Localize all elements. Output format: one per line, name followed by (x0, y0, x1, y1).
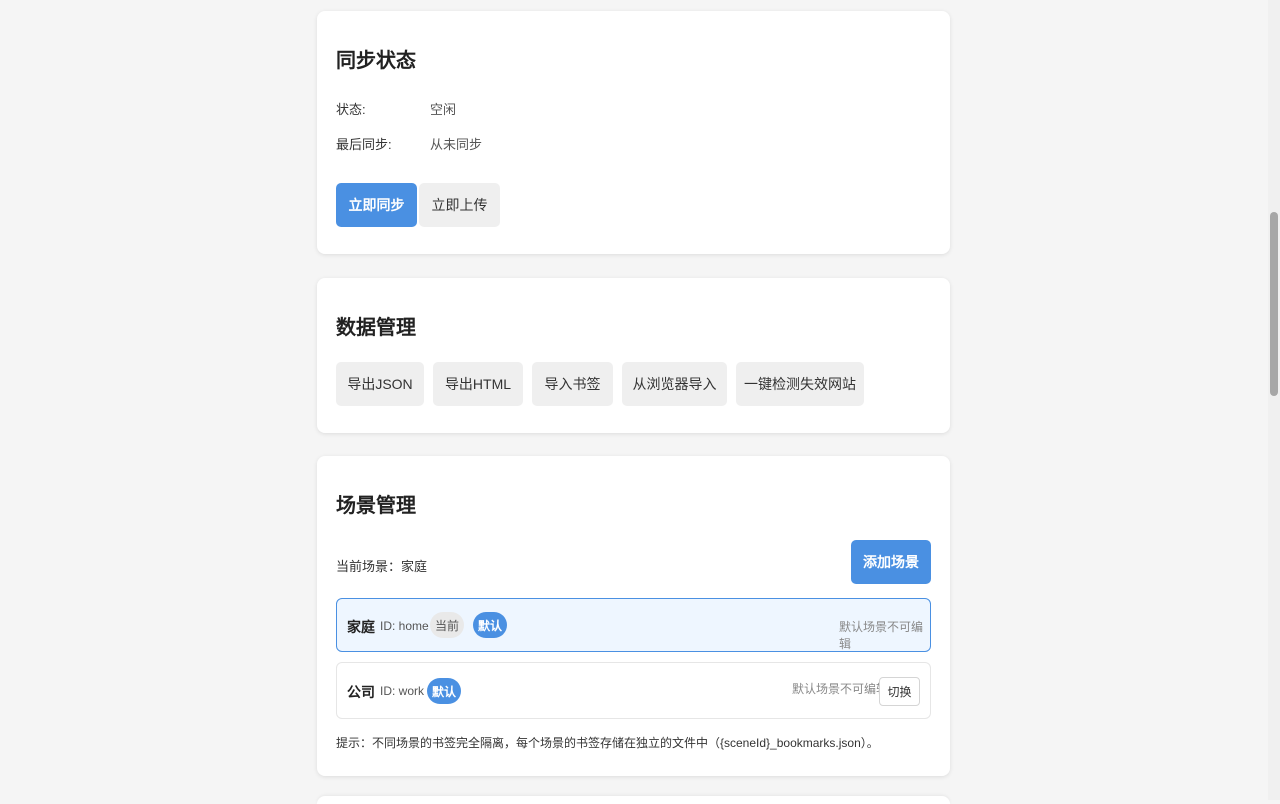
sync-status-title: 同步状态 (336, 50, 416, 72)
status-value: 空闲 (430, 102, 457, 117)
scene-id: ID: work (380, 684, 425, 698)
scene-management-card: 场景管理 当前场景：家庭 添加场景 家庭 ID: home 当前 默认 默认场景… (317, 456, 950, 776)
current-scene-label: 当前场景： (336, 559, 402, 574)
scene-name: 家庭 (347, 619, 375, 635)
scrollbar-thumb[interactable] (1270, 212, 1278, 396)
scrollbar-track[interactable] (1268, 0, 1280, 800)
data-management-card: 数据管理 导出JSON 导出HTML 导入书签 从浏览器导入 一键检测失效网站 (317, 278, 950, 433)
scene-note: 默认场景不可编辑 (839, 620, 924, 651)
switch-scene-button[interactable]: 切换 (879, 677, 920, 706)
scene-note: 默认场景不可编辑 (792, 682, 889, 696)
default-badge: 默认 (473, 612, 507, 638)
add-scene-button[interactable]: 添加场景 (851, 540, 931, 584)
sync-status-card: 同步状态 状态: 空闲 最后同步: 从未同步 立即同步 立即上传 (317, 11, 950, 254)
sync-now-button[interactable]: 立即同步 (336, 183, 417, 227)
status-label: 状态: (336, 102, 366, 117)
scene-management-title: 场景管理 (336, 495, 416, 517)
default-badge: 默认 (427, 678, 461, 704)
scene-hint: 提示：不同场景的书签完全隔离，每个场景的书签存储在独立的文件中（{sceneId… (336, 736, 879, 750)
export-html-button[interactable]: 导出HTML (433, 362, 523, 406)
upload-now-button[interactable]: 立即上传 (419, 183, 500, 227)
current-scene-line: 当前场景：家庭 (336, 556, 427, 575)
check-dead-links-button[interactable]: 一键检测失效网站 (736, 362, 864, 406)
scene-id: ID: home (380, 619, 429, 633)
current-scene-value: 家庭 (401, 559, 428, 574)
next-card-edge (317, 796, 950, 804)
import-bookmarks-button[interactable]: 导入书签 (532, 362, 613, 406)
scene-item-home[interactable]: 家庭 ID: home 当前 默认 默认场景不可编辑 (336, 598, 931, 652)
scene-name: 公司 (347, 684, 375, 700)
last-sync-value: 从未同步 (430, 137, 483, 152)
data-management-title: 数据管理 (336, 317, 416, 339)
current-badge: 当前 (430, 612, 464, 638)
export-json-button[interactable]: 导出JSON (336, 362, 424, 406)
import-from-browser-button[interactable]: 从浏览器导入 (622, 362, 727, 406)
scene-item-work[interactable]: 公司 ID: work 默认 默认场景不可编辑 切换 (336, 662, 931, 719)
last-sync-label: 最后同步: (336, 137, 392, 152)
